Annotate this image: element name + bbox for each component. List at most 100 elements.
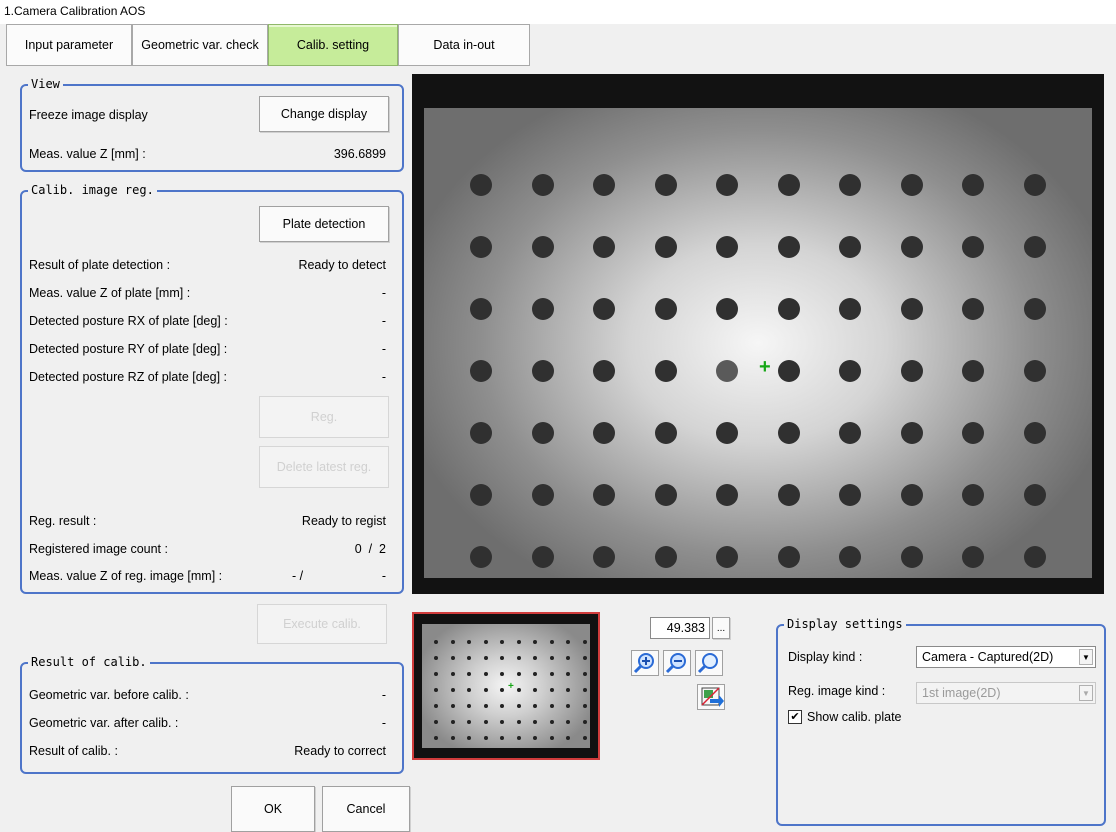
cancel-button[interactable]: Cancel xyxy=(322,786,410,832)
display-kind-label: Display kind : xyxy=(788,650,863,664)
freeze-image-label: Freeze image display xyxy=(29,108,148,122)
button-label: Plate detection xyxy=(282,217,366,231)
thumbnail-dot xyxy=(516,672,521,676)
thumbnail-dot xyxy=(566,736,570,740)
tab-input-parameter[interactable]: Input parameter xyxy=(6,24,132,66)
calibration-dot xyxy=(777,360,800,382)
crosshair-icon: + xyxy=(759,356,771,378)
zoom-value: 49.383 xyxy=(666,621,705,635)
show-calib-plate-label: Show calib. plate xyxy=(807,710,902,724)
tab-geometric-var-check[interactable]: Geometric var. check xyxy=(132,24,268,66)
calibration-dot xyxy=(716,484,738,506)
zoom-input[interactable]: 49.383 xyxy=(650,617,710,639)
calib-result-value: Ready to correct xyxy=(294,744,386,758)
calibration-dot xyxy=(900,546,923,568)
calibration-dot xyxy=(962,422,984,444)
calibration-dot xyxy=(716,174,738,196)
image-transfer-button[interactable] xyxy=(697,684,725,710)
calibration-dot xyxy=(839,174,861,196)
posture-rx-label: Detected posture RX of plate [deg] : xyxy=(29,314,228,328)
calibration-dot xyxy=(593,422,615,444)
change-display-button[interactable]: Change display xyxy=(259,96,389,132)
thumbnail-dot xyxy=(533,704,537,708)
reg-button[interactable]: Reg. xyxy=(259,396,389,438)
button-label: ... xyxy=(716,622,726,634)
calibration-dot xyxy=(531,422,554,444)
calibration-dot xyxy=(900,484,923,506)
button-label: Delete latest reg. xyxy=(276,460,372,474)
calibration-dot xyxy=(470,298,492,320)
calibration-dot xyxy=(593,174,615,196)
thumbnail-dot xyxy=(582,720,587,724)
thumbnail-dot xyxy=(533,720,537,724)
thumbnail-navigator[interactable]: + xyxy=(412,612,600,760)
zoom-out-icon xyxy=(665,653,686,674)
thumbnail-dot xyxy=(582,688,587,692)
calibration-dot xyxy=(470,174,492,196)
thumbnail-dot xyxy=(566,656,570,660)
thumbnail-dot xyxy=(483,704,488,708)
posture-ry-label: Detected posture RY of plate [deg] : xyxy=(29,342,228,356)
thumbnail-dot xyxy=(582,656,587,660)
calibration-dot xyxy=(593,546,615,568)
result-of-calib-group: Result of calib. Geometric var. before c… xyxy=(20,655,404,774)
image-transfer-icon xyxy=(701,687,724,707)
thumbnail-dot xyxy=(533,688,537,692)
calibration-dot xyxy=(1023,422,1046,444)
thumbnail-dot xyxy=(566,720,570,724)
thumbnail-dot xyxy=(533,672,537,676)
execute-calib-button[interactable]: Execute calib. xyxy=(257,604,387,644)
ok-button[interactable]: OK xyxy=(231,786,315,832)
meas-z-value: 396.6899 xyxy=(333,147,386,161)
thumbnail-dot xyxy=(533,736,537,740)
reg-image-kind-select[interactable]: 1st image(2D) ▼ xyxy=(916,682,1096,704)
registered-count-label: Registered image count : xyxy=(29,542,168,556)
thumbnail-dot xyxy=(516,656,521,660)
calibration-dot xyxy=(777,546,800,568)
tab-label: Calib. setting xyxy=(296,38,370,52)
calibration-dot xyxy=(531,546,554,568)
geometric-after-label: Geometric var. after calib. : xyxy=(29,716,179,730)
tab-data-in-out[interactable]: Data in-out xyxy=(398,24,530,66)
show-calib-plate-checkbox[interactable]: ✔ Show calib. plate xyxy=(788,710,902,724)
meas-z-reg-value-b: - xyxy=(381,569,386,583)
calibration-dot xyxy=(593,298,615,320)
calibration-dot xyxy=(654,298,677,320)
calibration-dot xyxy=(716,298,738,320)
camera-image-view[interactable]: + xyxy=(412,74,1104,594)
thumbnail-dot xyxy=(467,704,471,708)
calibration-dot xyxy=(654,484,677,506)
thumbnail-dot xyxy=(467,656,471,660)
zoom-in-button[interactable] xyxy=(631,650,659,676)
zoom-out-button[interactable] xyxy=(663,650,691,676)
thumbnail-dot xyxy=(516,704,521,708)
thumbnail-dot xyxy=(483,672,488,676)
thumbnail-dot xyxy=(467,720,471,724)
calibration-dot xyxy=(839,422,861,444)
tab-calib-setting[interactable]: Calib. setting xyxy=(268,24,398,66)
geometric-after-value: - xyxy=(381,716,386,730)
calibration-dot xyxy=(839,546,861,568)
thumbnail-dot xyxy=(516,736,521,740)
plate-detection-button[interactable]: Plate detection xyxy=(259,206,389,242)
zoom-more-button[interactable]: ... xyxy=(712,617,730,639)
thumbnail-dot xyxy=(566,688,570,692)
thumbnail-dot xyxy=(516,720,521,724)
thumbnail-dot xyxy=(566,672,570,676)
plate-detection-result-label: Result of plate detection : xyxy=(29,258,171,272)
thumbnail-dot xyxy=(483,720,488,724)
button-label: OK xyxy=(263,802,283,816)
thumbnail-dot xyxy=(533,640,537,644)
calibration-dot xyxy=(593,360,615,382)
display-kind-select[interactable]: Camera - Captured(2D) ▼ xyxy=(916,646,1096,668)
thumbnail-dot xyxy=(566,704,570,708)
calibration-dot xyxy=(839,484,861,506)
calibration-dot xyxy=(531,174,554,196)
zoom-fit-icon xyxy=(697,653,718,674)
zoom-fit-button[interactable] xyxy=(695,650,723,676)
thumbnail-dot xyxy=(483,656,488,660)
thumbnail-dot xyxy=(500,688,504,692)
thumbnail-dot xyxy=(467,640,471,644)
thumbnail-dot xyxy=(549,720,554,724)
delete-latest-reg-button[interactable]: Delete latest reg. xyxy=(259,446,389,488)
